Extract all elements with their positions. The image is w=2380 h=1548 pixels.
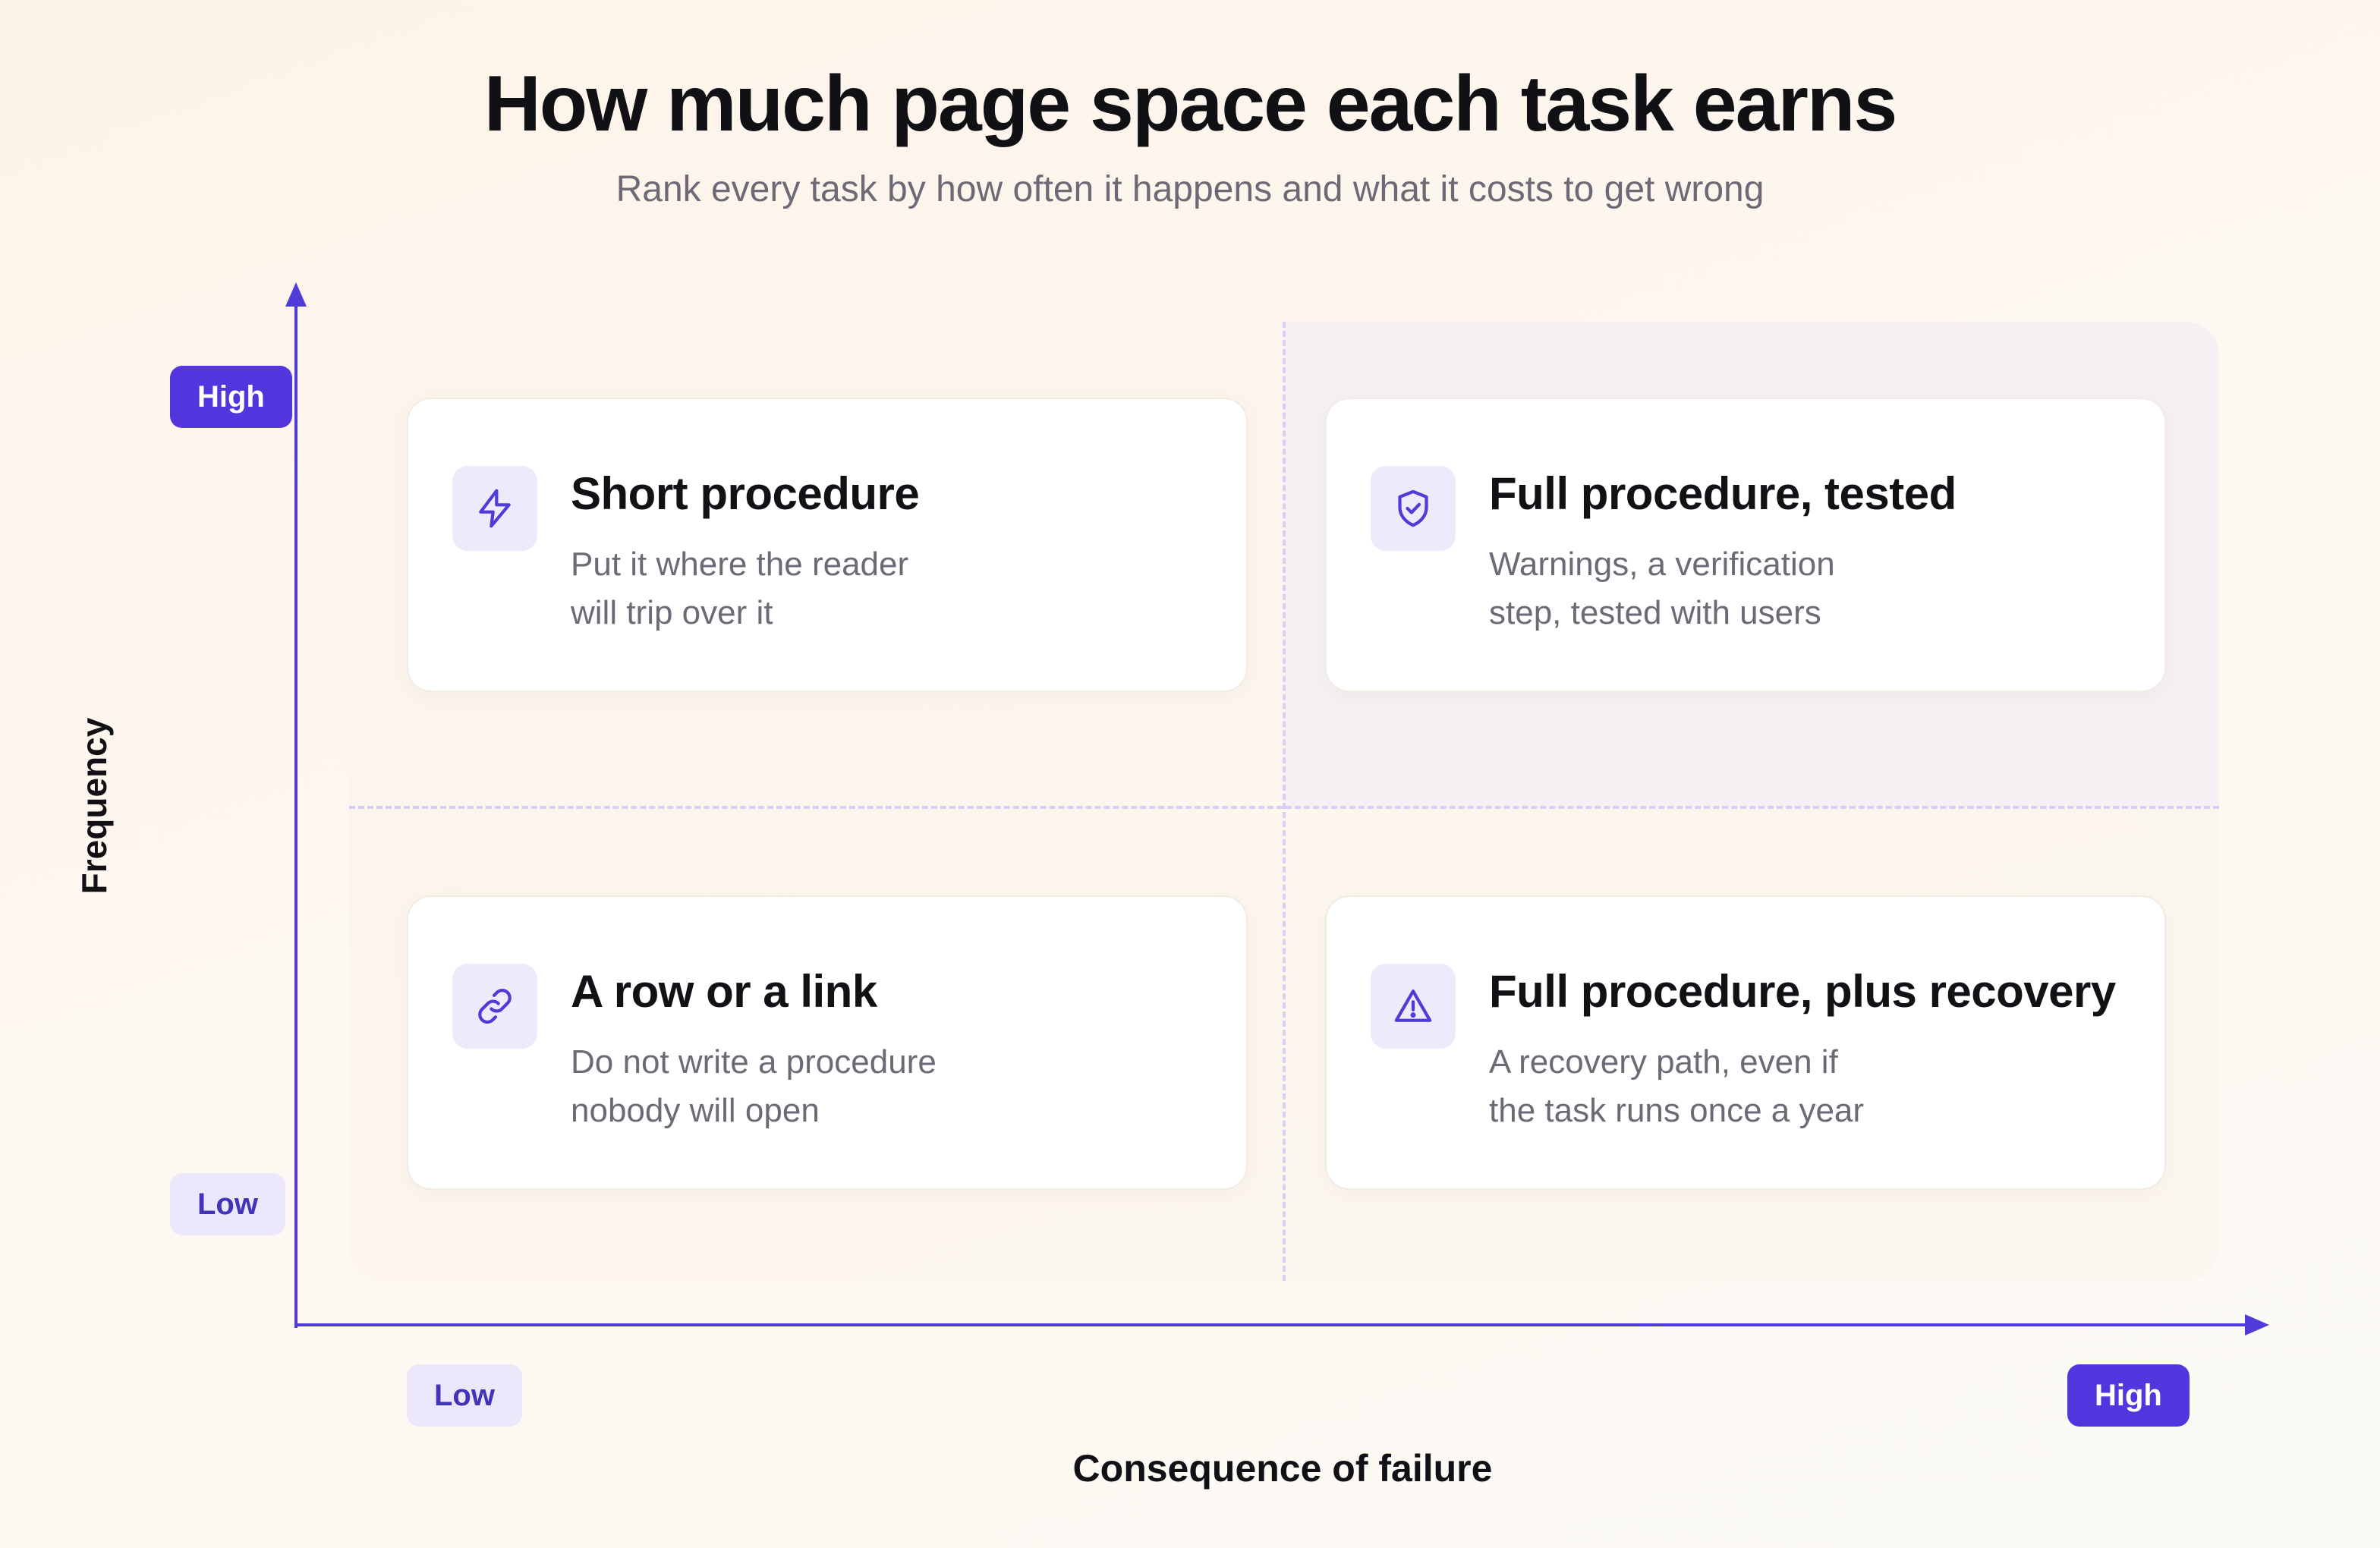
card-title: A row or a link — [571, 966, 877, 1017]
card-description: Do not write a procedure nobody will ope… — [571, 1043, 937, 1129]
x-axis-high-label: High — [2067, 1364, 2190, 1427]
card-description: A recovery path, even if the task runs o… — [1489, 1043, 1865, 1129]
vertical-divider — [1283, 322, 1286, 1281]
x-axis-title: Consequence of failure — [1072, 1447, 1493, 1490]
warning-triangle-icon — [1371, 964, 1456, 1049]
card-description: Put it where the reader will trip over i… — [571, 546, 909, 631]
y-axis-title: Frequency — [74, 717, 114, 895]
card-description: Warnings, a verification step, tested wi… — [1489, 546, 1835, 631]
card-title: Full procedure, tested — [1489, 468, 1957, 519]
card-title: Full procedure, plus recovery — [1489, 966, 2116, 1017]
quadrant-card-short-procedure: Short procedure Put it where the reader … — [407, 398, 1248, 692]
x-axis-arrow-icon — [2245, 1314, 2269, 1336]
card-title: Short procedure — [571, 468, 920, 519]
shield-check-icon — [1371, 466, 1456, 551]
y-axis-arrow-icon — [285, 282, 307, 307]
link-icon — [452, 964, 537, 1049]
x-axis-low-label: Low — [407, 1364, 522, 1427]
y-axis-low-label: Low — [170, 1173, 285, 1235]
x-axis-line — [294, 1323, 2248, 1326]
quadrant-card-row-or-link: A row or a link Do not write a procedure… — [407, 895, 1248, 1190]
horizontal-divider — [349, 806, 2219, 809]
page-subtitle: Rank every task by how often it happens … — [615, 169, 1765, 209]
y-axis-high-label: High — [170, 366, 292, 428]
quadrant-card-full-procedure-plus-recovery: Full procedure, plus recovery A recovery… — [1325, 895, 2166, 1190]
y-axis-line — [294, 304, 298, 1328]
lightning-bolt-icon — [452, 466, 537, 551]
quadrant-card-full-procedure-tested: Full procedure, tested Warnings, a verif… — [1325, 398, 2166, 692]
page-title: How much page space each task earns — [483, 60, 1898, 148]
